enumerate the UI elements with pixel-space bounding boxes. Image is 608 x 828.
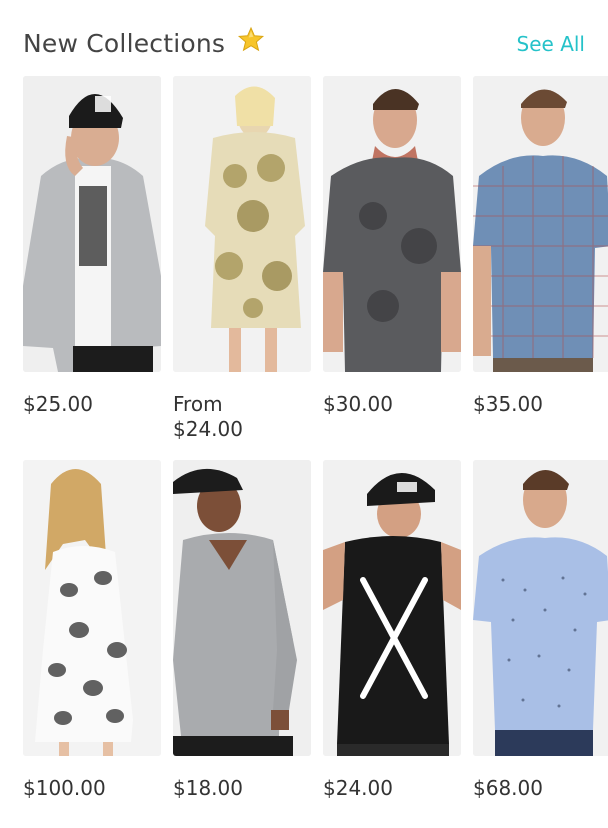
product-price: $25.00: [23, 392, 93, 416]
product-image-paisley-dress[interactable]: [173, 76, 311, 372]
product-image-elephant-dress[interactable]: [23, 460, 161, 756]
product-card[interactable]: $25.00: [23, 76, 161, 417]
price-prefix: From: [173, 392, 223, 416]
product-card[interactable]: $30.00: [323, 76, 461, 417]
product-image-grey-tee[interactable]: [323, 76, 461, 372]
product-price: $24.00: [323, 776, 393, 800]
see-all-link[interactable]: See All: [517, 32, 585, 56]
product-price: $68.00: [473, 776, 543, 800]
product-image-check-shirt[interactable]: [473, 76, 608, 372]
section-title: New Collections: [23, 26, 265, 60]
product-card[interactable]: From $24.00: [173, 76, 311, 442]
section-header: New Collections See All: [23, 24, 588, 64]
product-card[interactable]: $18.00: [173, 460, 311, 801]
section-title-text: New Collections: [23, 29, 226, 58]
product-card[interactable]: $35.00: [473, 76, 608, 417]
product-price: $35.00: [473, 392, 543, 416]
product-price: $30.00: [323, 392, 393, 416]
price-value: $24.00: [173, 417, 243, 441]
product-card[interactable]: $24.00: [323, 460, 461, 801]
product-price: $100.00: [23, 776, 106, 800]
product-price: From $24.00: [173, 392, 311, 442]
product-image-v-neck[interactable]: [173, 460, 311, 756]
product-image-light-blue-shirt[interactable]: [473, 460, 608, 756]
product-card[interactable]: $100.00: [23, 460, 161, 801]
product-price: $18.00: [173, 776, 243, 800]
star-icon: [237, 26, 265, 60]
product-image-grey-bomber[interactable]: [23, 76, 161, 372]
product-card[interactable]: $68.00: [473, 460, 608, 801]
product-image-tank[interactable]: [323, 460, 461, 756]
